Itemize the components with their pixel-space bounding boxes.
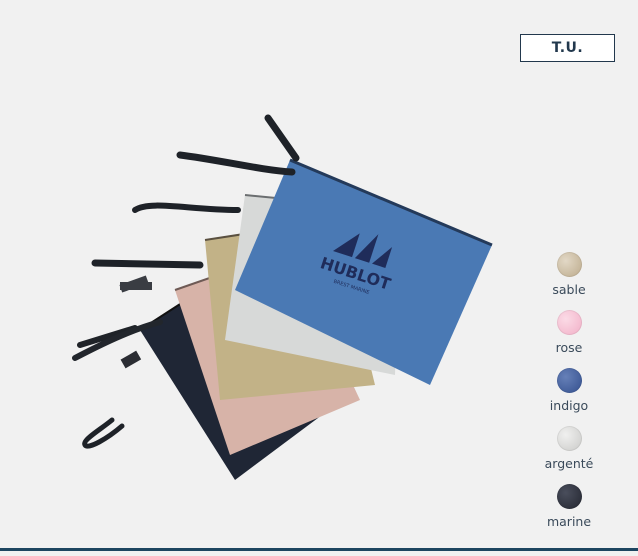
argente-swatch-icon [556, 426, 582, 451]
size-label: T.U. [551, 40, 584, 56]
size-badge: T.U. [520, 34, 615, 62]
color-swatch-list: sable rose indigo argenté marine [533, 252, 605, 542]
swatch-sable[interactable]: sable [533, 252, 605, 310]
sable-swatch-icon [556, 252, 582, 277]
swatch-argente[interactable]: argenté [533, 426, 605, 484]
swatch-indigo[interactable]: indigo [533, 368, 605, 426]
rose-swatch-icon [556, 310, 582, 335]
swatch-marine[interactable]: marine [533, 484, 605, 542]
swatch-label: indigo [549, 398, 589, 413]
swatch-label: argenté [544, 456, 594, 471]
pouch-product-image: HUBLOT BREST MARINE [72, 114, 493, 480]
bottom-divider [0, 548, 638, 551]
swatch-rose[interactable]: rose [533, 310, 605, 368]
swatch-label: sable [552, 282, 586, 297]
indigo-swatch-icon [556, 368, 582, 393]
swatch-label: rose [555, 340, 583, 355]
marine-swatch-icon [556, 484, 582, 509]
swatch-label: marine [546, 514, 592, 529]
